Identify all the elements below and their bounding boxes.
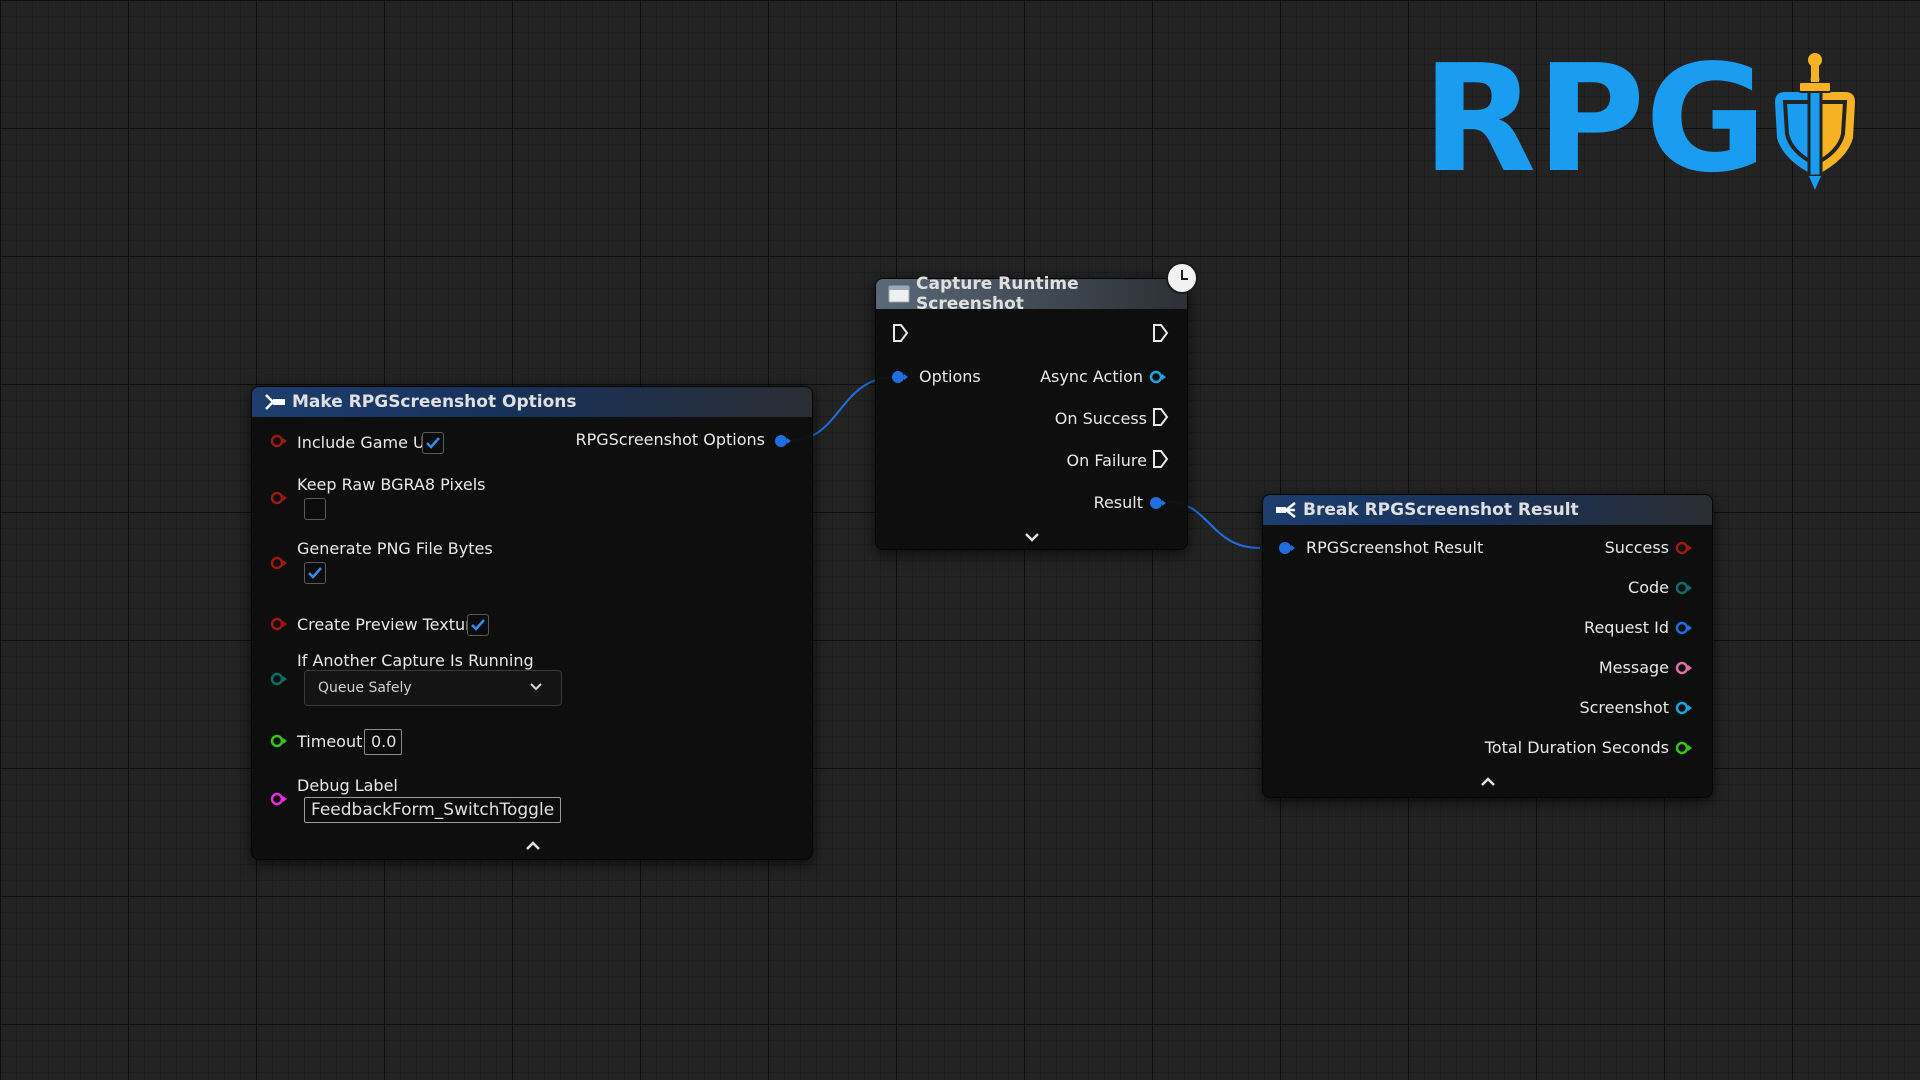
screenshot-label: Screenshot xyxy=(1579,698,1669,717)
chevron-down-icon xyxy=(530,683,542,691)
on-success-label: On Success xyxy=(1054,409,1147,428)
message-pin[interactable] xyxy=(1675,661,1693,675)
code-label: Code xyxy=(1628,578,1669,597)
create-preview-pin[interactable] xyxy=(270,617,288,631)
generate-png-pin[interactable] xyxy=(270,556,288,570)
timeout-input[interactable]: 0.0 xyxy=(364,729,402,755)
chevron-up-icon[interactable] xyxy=(523,839,543,853)
if-running-value: Queue Safely xyxy=(318,680,412,696)
generate-png-checkbox[interactable] xyxy=(304,562,326,584)
on-failure-exec-pin[interactable] xyxy=(1151,449,1169,469)
result-input-label: RPGScreenshot Result xyxy=(1306,538,1484,557)
capture-title: Capture Runtime Screenshot xyxy=(916,274,1079,314)
async-action-label: Async Action xyxy=(1040,367,1143,386)
break-struct-icon xyxy=(1275,501,1297,519)
logo-text: RPG xyxy=(1422,52,1767,192)
checkmark-icon xyxy=(308,567,322,579)
code-pin[interactable] xyxy=(1675,581,1693,595)
make-options-title: Make RPGScreenshot Options xyxy=(292,392,577,412)
result-output-pin[interactable] xyxy=(1149,496,1167,510)
include-game-ui-pin[interactable] xyxy=(270,434,288,448)
options-output-pin[interactable] xyxy=(774,434,792,448)
exec-in-pin[interactable] xyxy=(891,323,909,343)
debug-label-input[interactable]: FeedbackForm_SwitchToggle xyxy=(304,797,562,823)
chevron-down-icon[interactable] xyxy=(1022,530,1042,544)
rpg-logo: RPG xyxy=(1422,33,1862,205)
on-failure-label: On Failure xyxy=(1066,451,1147,470)
total-duration-label: Total Duration Seconds xyxy=(1484,738,1669,757)
create-preview-label: Create Preview Texture xyxy=(297,615,482,634)
include-game-ui-checkbox[interactable] xyxy=(422,432,444,454)
exec-out-pin[interactable] xyxy=(1151,323,1169,343)
function-icon xyxy=(888,285,910,303)
message-label: Message xyxy=(1598,658,1669,677)
result-output-label: Result xyxy=(1093,493,1143,512)
success-label: Success xyxy=(1604,538,1669,557)
success-pin[interactable] xyxy=(1675,541,1693,555)
request-id-pin[interactable] xyxy=(1675,621,1693,635)
break-result-header[interactable]: Break RPGScreenshot Result xyxy=(1263,495,1712,525)
make-options-node[interactable]: Make RPGScreenshot Options Include Game … xyxy=(251,386,813,860)
create-preview-checkbox[interactable] xyxy=(467,614,489,636)
make-options-header[interactable]: Make RPGScreenshot Options xyxy=(252,387,812,417)
keep-raw-pixels-label: Keep Raw BGRA8 Pixels xyxy=(297,475,486,494)
latent-clock-icon xyxy=(1166,262,1198,294)
capture-node[interactable]: Capture Runtime Screenshot Options Async… xyxy=(875,274,1188,550)
if-running-dropdown[interactable]: Queue Safely xyxy=(304,670,562,706)
if-running-label: If Another Capture Is Running xyxy=(297,651,534,670)
total-duration-pin[interactable] xyxy=(1675,741,1693,755)
shield-sword-icon xyxy=(1775,53,1855,190)
on-success-exec-pin[interactable] xyxy=(1151,407,1169,427)
options-input-label: Options xyxy=(919,367,981,386)
if-running-pin[interactable] xyxy=(270,672,288,686)
checkmark-icon xyxy=(471,619,485,631)
screenshot-pin[interactable] xyxy=(1675,701,1693,715)
debug-label-pin[interactable] xyxy=(270,792,288,806)
chevron-up-icon[interactable] xyxy=(1478,775,1498,789)
timeout-label: Timeout xyxy=(297,732,363,751)
generate-png-label: Generate PNG File Bytes xyxy=(297,539,493,558)
keep-raw-pixels-pin[interactable] xyxy=(270,491,288,505)
options-input-pin[interactable] xyxy=(891,370,909,384)
options-output-label: RPGScreenshot Options xyxy=(575,430,765,449)
request-id-label: Request Id xyxy=(1584,618,1669,637)
make-struct-icon xyxy=(264,393,286,411)
result-input-pin[interactable] xyxy=(1278,541,1296,555)
async-action-pin[interactable] xyxy=(1149,370,1167,384)
keep-raw-pixels-checkbox[interactable] xyxy=(304,498,326,520)
blueprint-graph[interactable]: RPG Make RPGScreenshot Options Include G… xyxy=(0,0,1920,1080)
break-result-title: Break RPGScreenshot Result xyxy=(1303,500,1579,520)
checkmark-icon xyxy=(426,437,440,449)
break-result-node[interactable]: Break RPGScreenshot Result RPGScreenshot… xyxy=(1262,494,1713,798)
debug-label-label: Debug Label xyxy=(297,776,398,795)
timeout-pin[interactable] xyxy=(270,734,288,748)
capture-header[interactable]: Capture Runtime Screenshot xyxy=(876,274,1187,314)
include-game-ui-label: Include Game UI xyxy=(297,433,430,452)
